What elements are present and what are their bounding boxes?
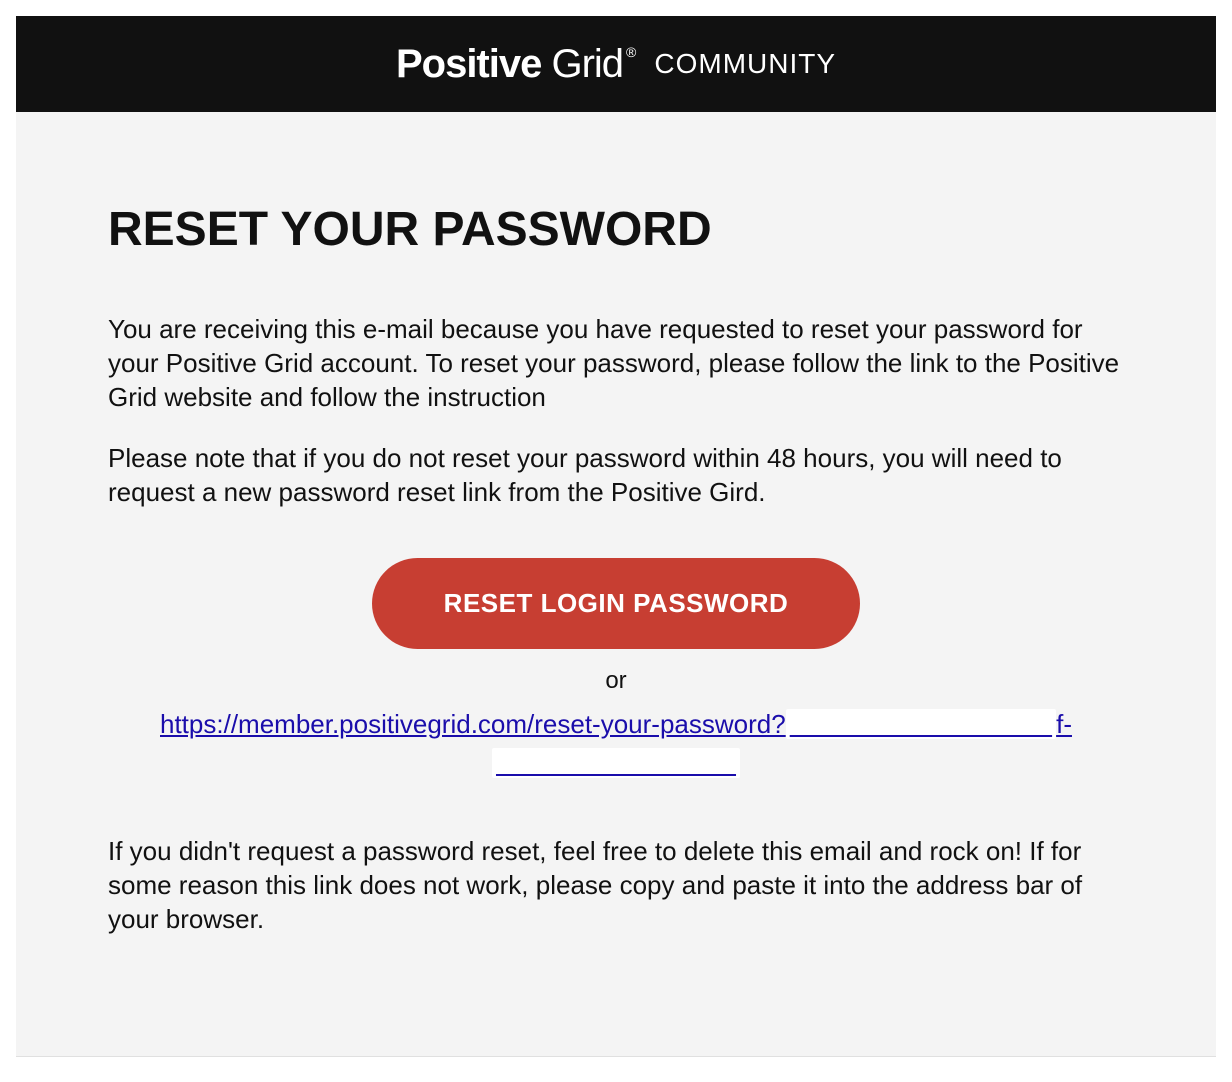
- brand-wordmark: Positive Grid: [396, 42, 623, 87]
- content-area: RESET YOUR PASSWORD You are receiving th…: [16, 112, 1216, 1056]
- link-text-prefix: https://member.positivegrid.com/reset-yo…: [160, 709, 786, 739]
- footer-paragraph: If you didn't request a password reset, …: [108, 835, 1124, 936]
- community-label: COMMUNITY: [654, 48, 836, 80]
- link-text-mid: f-: [1056, 709, 1072, 739]
- cta-wrap: RESET LOGIN PASSWORD: [108, 558, 1124, 649]
- link-text-redacted-1: tk=7a068261-06bf-452: [786, 709, 1056, 739]
- expiry-paragraph: Please note that if you do not reset you…: [108, 442, 1124, 510]
- registered-mark-icon: ®: [626, 44, 636, 60]
- intro-paragraph: You are receiving this e-mail because yo…: [108, 313, 1124, 414]
- link-text-redacted-2: b765-a2480668687b: [492, 748, 740, 778]
- email-container: Positive Grid ® COMMUNITY RESET YOUR PAS…: [16, 16, 1216, 1057]
- brand-logo: Positive Grid ®: [396, 42, 636, 87]
- page-title: RESET YOUR PASSWORD: [108, 202, 1124, 257]
- or-separator: or: [108, 667, 1124, 695]
- reset-password-link[interactable]: https://member.positivegrid.com/reset-yo…: [136, 705, 1096, 783]
- reset-password-button[interactable]: RESET LOGIN PASSWORD: [372, 558, 861, 649]
- header-bar: Positive Grid ® COMMUNITY: [16, 16, 1216, 112]
